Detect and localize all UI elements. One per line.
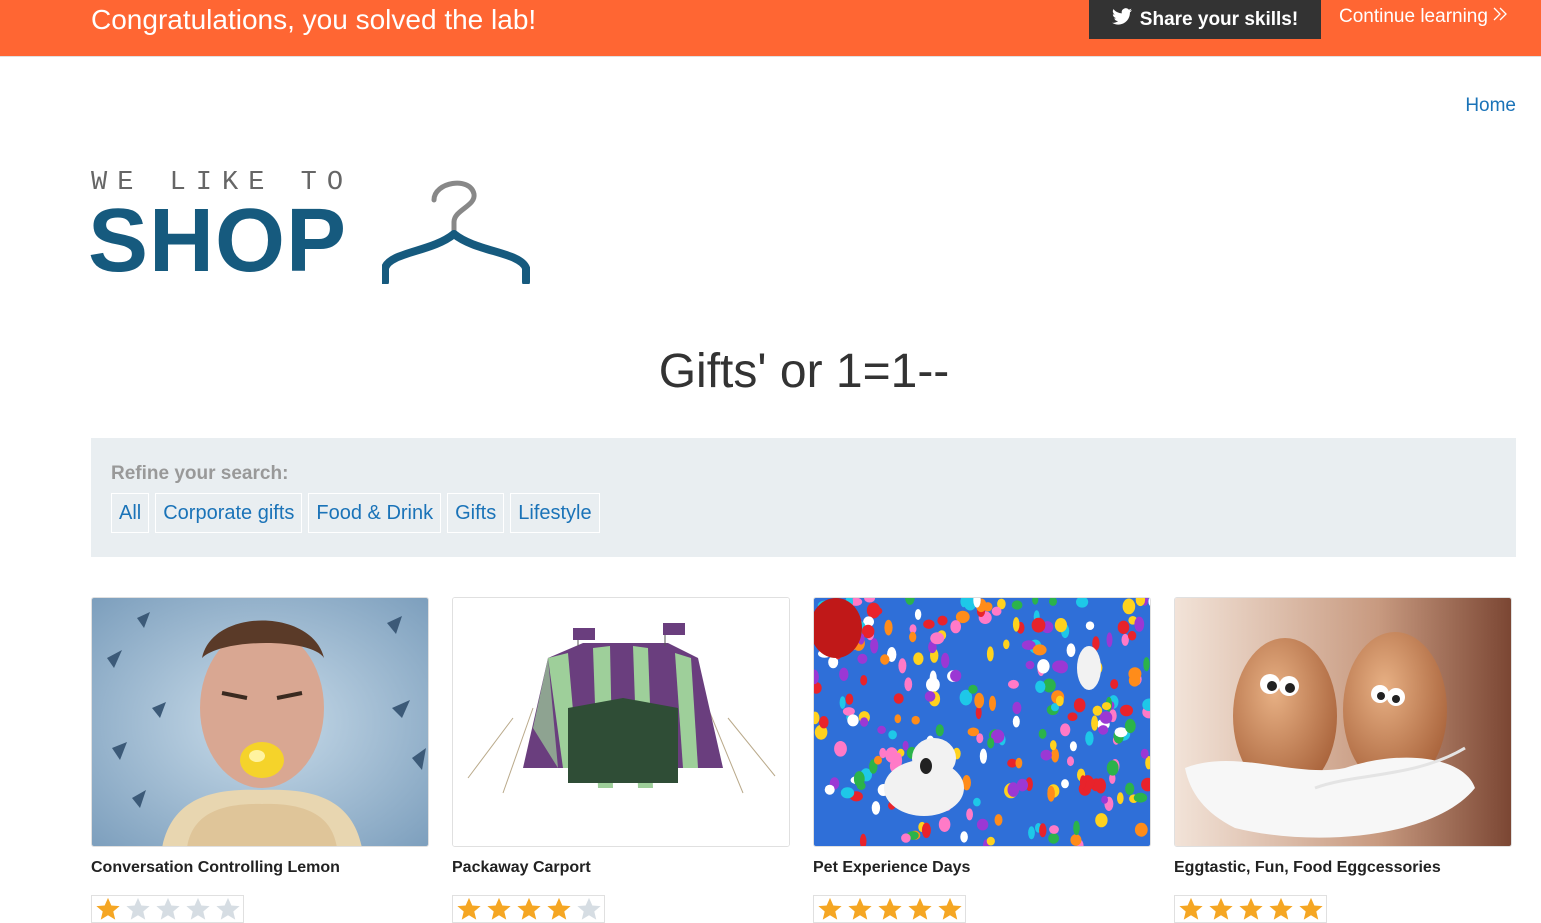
star-empty-icon: [216, 897, 240, 920]
star-rating: [1174, 895, 1327, 923]
star-rating: [452, 895, 605, 923]
star-filled-icon: [96, 897, 120, 920]
product-card[interactable]: Conversation Controlling Lemon: [91, 597, 429, 923]
star-filled-icon: [938, 897, 962, 920]
star-rating: [813, 895, 966, 923]
star-rating: [91, 895, 244, 923]
share-skills-label: Share your skills!: [1139, 8, 1299, 30]
star-filled-icon: [457, 897, 481, 920]
home-link[interactable]: Home: [1465, 95, 1516, 117]
star-empty-icon: [126, 897, 150, 920]
star-empty-icon: [577, 897, 601, 920]
shop-logo[interactable]: WE LIKE TO SHOP: [88, 168, 541, 291]
star-empty-icon: [186, 897, 210, 920]
product-image[interactable]: [452, 597, 790, 847]
filter-all[interactable]: All: [111, 493, 150, 533]
star-filled-icon: [517, 897, 541, 920]
star-filled-icon: [848, 897, 872, 920]
filter-list: All Corporate gifts Food & Drink Gifts L…: [111, 493, 600, 533]
product-name[interactable]: Packaway Carport: [452, 859, 591, 877]
banner-message: Congratulations, you solved the lab!: [91, 4, 537, 35]
product-image[interactable]: [91, 597, 429, 847]
product-image[interactable]: [813, 597, 1151, 847]
continue-learning-link[interactable]: Continue learning: [1339, 6, 1508, 28]
product-name[interactable]: Conversation Controlling Lemon: [91, 859, 340, 877]
hanger-icon: [382, 180, 530, 284]
filter-lifestyle[interactable]: Lifestyle: [510, 493, 600, 533]
filter-corporate-gifts[interactable]: Corporate gifts: [155, 493, 303, 533]
filter-panel: Refine your search: All Corporate gifts …: [91, 438, 1516, 557]
continue-learning-label: Continue learning: [1339, 6, 1488, 27]
twitter-icon: [1111, 8, 1132, 31]
star-filled-icon: [878, 897, 902, 920]
product-name[interactable]: Eggtastic, Fun, Food Eggcessories: [1174, 859, 1441, 877]
product-name[interactable]: Pet Experience Days: [813, 859, 970, 877]
star-filled-icon: [1239, 897, 1263, 920]
star-filled-icon: [487, 897, 511, 920]
share-skills-button[interactable]: Share your skills!: [1089, 0, 1321, 39]
logo-wordmark: SHOP: [88, 191, 348, 291]
filter-gifts[interactable]: Gifts: [447, 493, 505, 533]
star-filled-icon: [547, 897, 571, 920]
star-filled-icon: [1299, 897, 1323, 920]
product-image[interactable]: [1174, 597, 1512, 847]
product-card[interactable]: Packaway Carport: [452, 597, 790, 923]
double-chevron-right-icon: [1492, 6, 1508, 28]
star-filled-icon: [908, 897, 932, 920]
filter-food-drink[interactable]: Food & Drink: [308, 493, 442, 533]
page-title: Gifts' or 1=1--: [658, 345, 950, 398]
star-filled-icon: [1179, 897, 1203, 920]
filter-label: Refine your search:: [111, 463, 289, 484]
star-filled-icon: [818, 897, 842, 920]
star-filled-icon: [1209, 897, 1233, 920]
product-card[interactable]: Pet Experience Days: [813, 597, 1151, 923]
star-empty-icon: [156, 897, 180, 920]
lab-solved-banner: Congratulations, you solved the lab! Sha…: [0, 0, 1541, 57]
product-card[interactable]: Eggtastic, Fun, Food Eggcessories: [1174, 597, 1512, 923]
star-filled-icon: [1269, 897, 1293, 920]
